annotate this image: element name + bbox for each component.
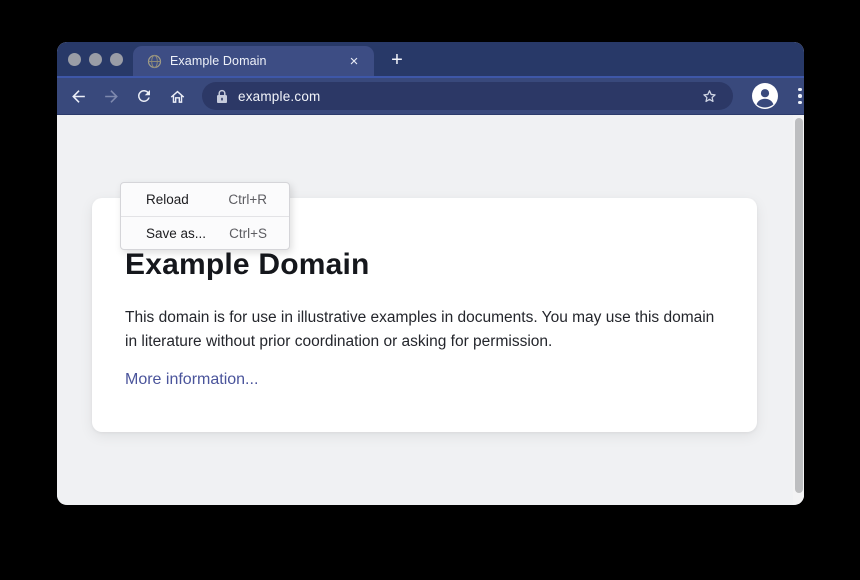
forward-button[interactable]	[96, 81, 126, 111]
tab-close-icon[interactable]: ×	[346, 53, 362, 69]
tab-title: Example Domain	[170, 54, 346, 68]
home-button[interactable]	[162, 81, 192, 111]
reload-button[interactable]	[129, 81, 159, 111]
page-body-text: This domain is for use in illustrative e…	[125, 306, 715, 354]
forward-arrow-icon	[102, 87, 121, 106]
reload-icon	[135, 87, 153, 105]
context-menu: Reload Ctrl+R Save as... Ctrl+S	[120, 182, 290, 250]
menu-item-save-as[interactable]: Save as... Ctrl+S	[121, 216, 289, 249]
profile-avatar-icon	[752, 83, 778, 109]
home-icon	[168, 87, 187, 106]
page-content: Example Domain This domain is for use in…	[57, 115, 804, 504]
lock-icon	[216, 89, 228, 104]
window-minimize-button[interactable]	[89, 53, 102, 66]
page-heading: Example Domain	[125, 248, 717, 282]
window-zoom-button[interactable]	[110, 53, 123, 66]
browser-window: Example Domain × +	[57, 42, 804, 505]
menu-item-label: Save as...	[146, 226, 206, 241]
star-icon	[700, 87, 719, 106]
more-information-link[interactable]: More information...	[125, 371, 258, 389]
window-controls	[68, 53, 123, 66]
menu-item-reload[interactable]: Reload Ctrl+R	[121, 183, 289, 216]
globe-favicon-icon	[147, 54, 162, 69]
back-button[interactable]	[63, 81, 93, 111]
back-arrow-icon	[69, 87, 88, 106]
kebab-menu-icon	[798, 88, 802, 92]
scrollbar-thumb[interactable]	[795, 118, 803, 493]
menu-item-label: Reload	[146, 192, 189, 207]
bookmark-star-button[interactable]	[700, 87, 719, 106]
desktop-background: Example Domain × +	[0, 0, 860, 580]
toolbar: example.com	[57, 78, 804, 115]
window-close-button[interactable]	[68, 53, 81, 66]
scrollbar-track[interactable]	[793, 115, 804, 504]
url-text[interactable]: example.com	[238, 89, 692, 104]
profile-button[interactable]	[752, 83, 778, 109]
menu-item-shortcut: Ctrl+S	[229, 226, 267, 241]
browser-menu-button[interactable]	[789, 83, 804, 109]
tab-strip: Example Domain × +	[57, 42, 804, 76]
new-tab-button[interactable]: +	[383, 46, 411, 74]
tab-example-domain[interactable]: Example Domain ×	[133, 46, 374, 76]
menu-item-shortcut: Ctrl+R	[228, 192, 267, 207]
address-bar[interactable]: example.com	[202, 82, 733, 110]
